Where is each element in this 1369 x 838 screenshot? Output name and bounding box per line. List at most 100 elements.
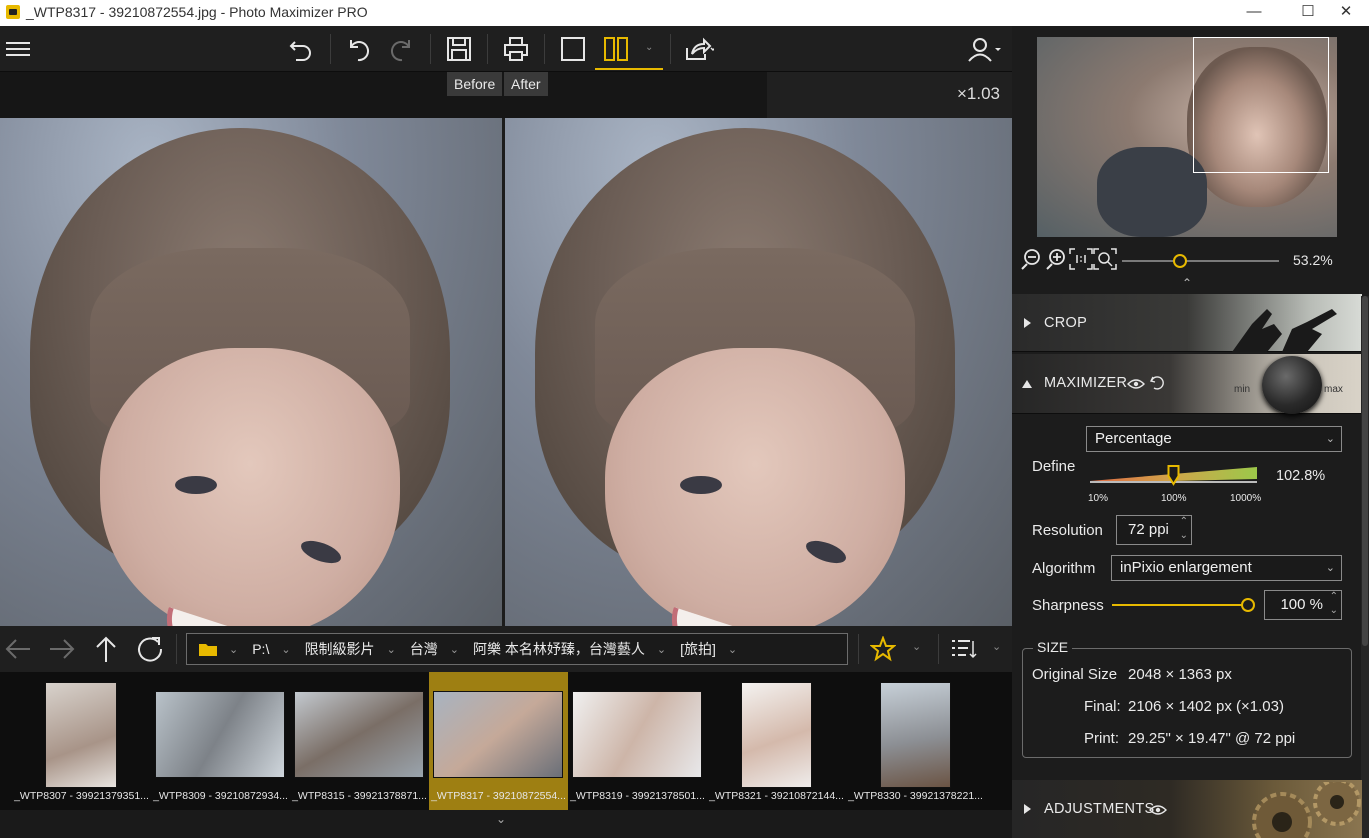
navigator-zoom-thumb[interactable] — [1173, 254, 1188, 268]
print-size-label: Print: — [1084, 730, 1120, 747]
define-tick-mid: 100% — [1161, 493, 1187, 504]
right-panel: 53.2% ⌃ CROP MAXIMIZER min max Percentag… — [1012, 26, 1369, 838]
filmstrip: _WTP8307 - 39921379351... _WTP8309 - 392… — [0, 672, 1012, 810]
forward-button[interactable] — [48, 636, 76, 667]
scrollbar-thumb[interactable] — [1362, 296, 1368, 646]
define-tick-max: 1000% — [1230, 493, 1262, 504]
chevron-down-icon[interactable]: ⌄ — [992, 640, 1001, 653]
zoom-out-icon — [1021, 249, 1040, 270]
up-folder-button[interactable] — [93, 635, 119, 668]
original-size-label: Original Size — [1032, 666, 1118, 683]
chevron-down-icon[interactable]: ⌄ — [496, 812, 506, 826]
filmstrip-item[interactable]: _WTP8319 - 39921378501... — [568, 672, 707, 810]
mode-value: Percentage — [1095, 430, 1172, 447]
crop-hands-graphic — [1232, 309, 1337, 352]
filmstrip-item[interactable]: _WTP8330 - 39921378221... — [846, 672, 985, 810]
chevron-down-icon[interactable]: ⌄ — [450, 643, 459, 656]
refresh-button[interactable] — [136, 635, 164, 668]
spin-down-icon[interactable]: ⌄ — [1180, 522, 1188, 550]
final-size-value: 2106 × 1402 px (×1.03) — [1128, 698, 1284, 715]
filmstrip-item[interactable]: _WTP8309 - 39210872934... — [151, 672, 290, 810]
zoom-in-icon — [1046, 249, 1065, 270]
file-nav-bar: ⌄ P:\ ⌄ 限制級影片 ⌄ 台灣 ⌄ 阿樂 本名林妤臻，台灣藝人 ⌄ [旅拍… — [0, 626, 1012, 672]
filmstrip-item-selected[interactable]: _WTP8317 - 39210872554... — [429, 672, 568, 810]
toolbar-separator — [487, 34, 488, 64]
chevron-down-icon[interactable]: ⌄ — [281, 643, 290, 656]
share-button[interactable] — [681, 32, 717, 66]
caret-right-icon — [1024, 318, 1031, 328]
define-tick-min: 10% — [1088, 493, 1109, 504]
before-image[interactable] — [0, 118, 502, 626]
algorithm-dropdown[interactable]: inPixio enlargement ⌄ — [1111, 555, 1342, 581]
zoom-in-button[interactable] — [1045, 248, 1067, 275]
chevron-down-icon[interactable]: ⌄ — [657, 643, 666, 656]
sharpness-label: Sharpness — [1032, 597, 1104, 614]
undo-icon — [289, 41, 311, 61]
app-icon — [6, 5, 20, 19]
chevron-down-icon[interactable]: ⌄ — [912, 640, 921, 653]
save-button[interactable] — [441, 32, 477, 66]
sharpness-slider[interactable] — [1112, 598, 1255, 612]
crumb-folder-4[interactable]: [旅拍] — [680, 639, 716, 659]
view-mode-dropdown-icon[interactable]: ⌄ — [645, 42, 653, 53]
crumb-folder-1[interactable]: 限制級影片 — [305, 639, 375, 659]
toolbar-separator — [430, 34, 431, 64]
print-size-value: 29.25" × 19.47" @ 72 ppi — [1128, 730, 1296, 747]
folder-icon — [199, 644, 217, 656]
mode-dropdown[interactable]: Percentage ⌄ — [1086, 426, 1342, 452]
favorite-button[interactable] — [869, 635, 897, 667]
chevron-down-icon[interactable]: ⌄ — [229, 643, 238, 656]
maximizer-section-header[interactable]: MAXIMIZER min max — [1012, 354, 1362, 414]
account-button[interactable] — [966, 32, 1002, 66]
reset-icon[interactable] — [1149, 375, 1165, 391]
adjustments-section-header[interactable]: ADJUSTMENTS — [1012, 780, 1362, 838]
sharpness-slider-thumb[interactable] — [1241, 598, 1255, 612]
menu-button[interactable] — [0, 32, 36, 66]
filmstrip-item[interactable]: _WTP8315 - 39921378871... — [290, 672, 429, 810]
close-button[interactable]: ✕ — [1323, 0, 1369, 26]
undo-button[interactable] — [283, 32, 319, 66]
chevron-down-icon[interactable]: ⌄ — [387, 643, 396, 656]
chevron-down-icon: ⌄ — [1325, 562, 1335, 574]
back-button[interactable] — [4, 636, 32, 667]
resolution-spinner[interactable]: 72 ppi ⌃ ⌄ — [1116, 515, 1192, 545]
chevron-down-icon[interactable]: ⌄ — [728, 643, 737, 656]
arrow-up-icon — [96, 636, 116, 662]
eye-icon[interactable] — [1127, 378, 1145, 390]
chevron-down-icon: ⌄ — [1325, 433, 1335, 445]
path-breadcrumb: ⌄ P:\ ⌄ 限制級影片 ⌄ 台灣 ⌄ 阿樂 本名林妤臻，台灣藝人 ⌄ [旅拍… — [186, 633, 848, 665]
filmstrip-item[interactable]: _WTP8307 - 39921379351... — [12, 672, 151, 810]
original-size-value: 2048 × 1363 px — [1128, 666, 1232, 683]
right-panel-scrollbar[interactable] — [1361, 296, 1369, 838]
zoom-out-button[interactable] — [1020, 248, 1042, 275]
sharpness-spinner[interactable]: 100 % ⌃ ⌄ — [1264, 590, 1342, 620]
zoom-factor: ×1.03 — [956, 84, 1000, 103]
rotate-left-icon — [350, 40, 370, 62]
toolbar-separator — [330, 34, 331, 64]
crumb-drive[interactable]: P:\ — [252, 641, 269, 657]
zoom-actual-size-button[interactable] — [1069, 248, 1093, 275]
crop-section-header[interactable]: CROP — [1012, 294, 1362, 352]
eye-icon[interactable] — [1149, 804, 1167, 816]
sort-button[interactable] — [950, 637, 978, 666]
window-title: _WTP8317 - 39210872554.jpg - Photo Maxim… — [26, 4, 368, 20]
crumb-folder-3[interactable]: 阿樂 本名林妤臻，台灣藝人 — [473, 639, 645, 659]
rotate-left-button[interactable] — [340, 32, 376, 66]
navigator-zoom-percent: 53.2% — [1293, 252, 1333, 268]
after-image[interactable] — [505, 118, 1012, 626]
rotate-right-button[interactable] — [384, 32, 420, 66]
crumb-folder-2[interactable]: 台灣 — [410, 639, 438, 659]
zoom-fit-button[interactable] — [1093, 248, 1117, 275]
minimize-button[interactable]: — — [1231, 0, 1277, 26]
filmstrip-item[interactable]: _WTP8321 - 39210872144... — [707, 672, 846, 810]
navigator-viewport-rect[interactable] — [1193, 37, 1329, 173]
chevron-up-icon[interactable]: ⌃ — [1182, 276, 1192, 290]
spin-down-icon[interactable]: ⌄ — [1330, 597, 1338, 625]
navigator-zoom-slider[interactable] — [1122, 254, 1279, 268]
split-view-button[interactable] — [598, 32, 634, 66]
print-button[interactable] — [498, 32, 534, 66]
define-slider[interactable] — [1090, 464, 1258, 494]
knob-min-label: min — [1234, 384, 1251, 395]
single-view-button[interactable] — [555, 32, 591, 66]
print-icon — [504, 37, 528, 61]
